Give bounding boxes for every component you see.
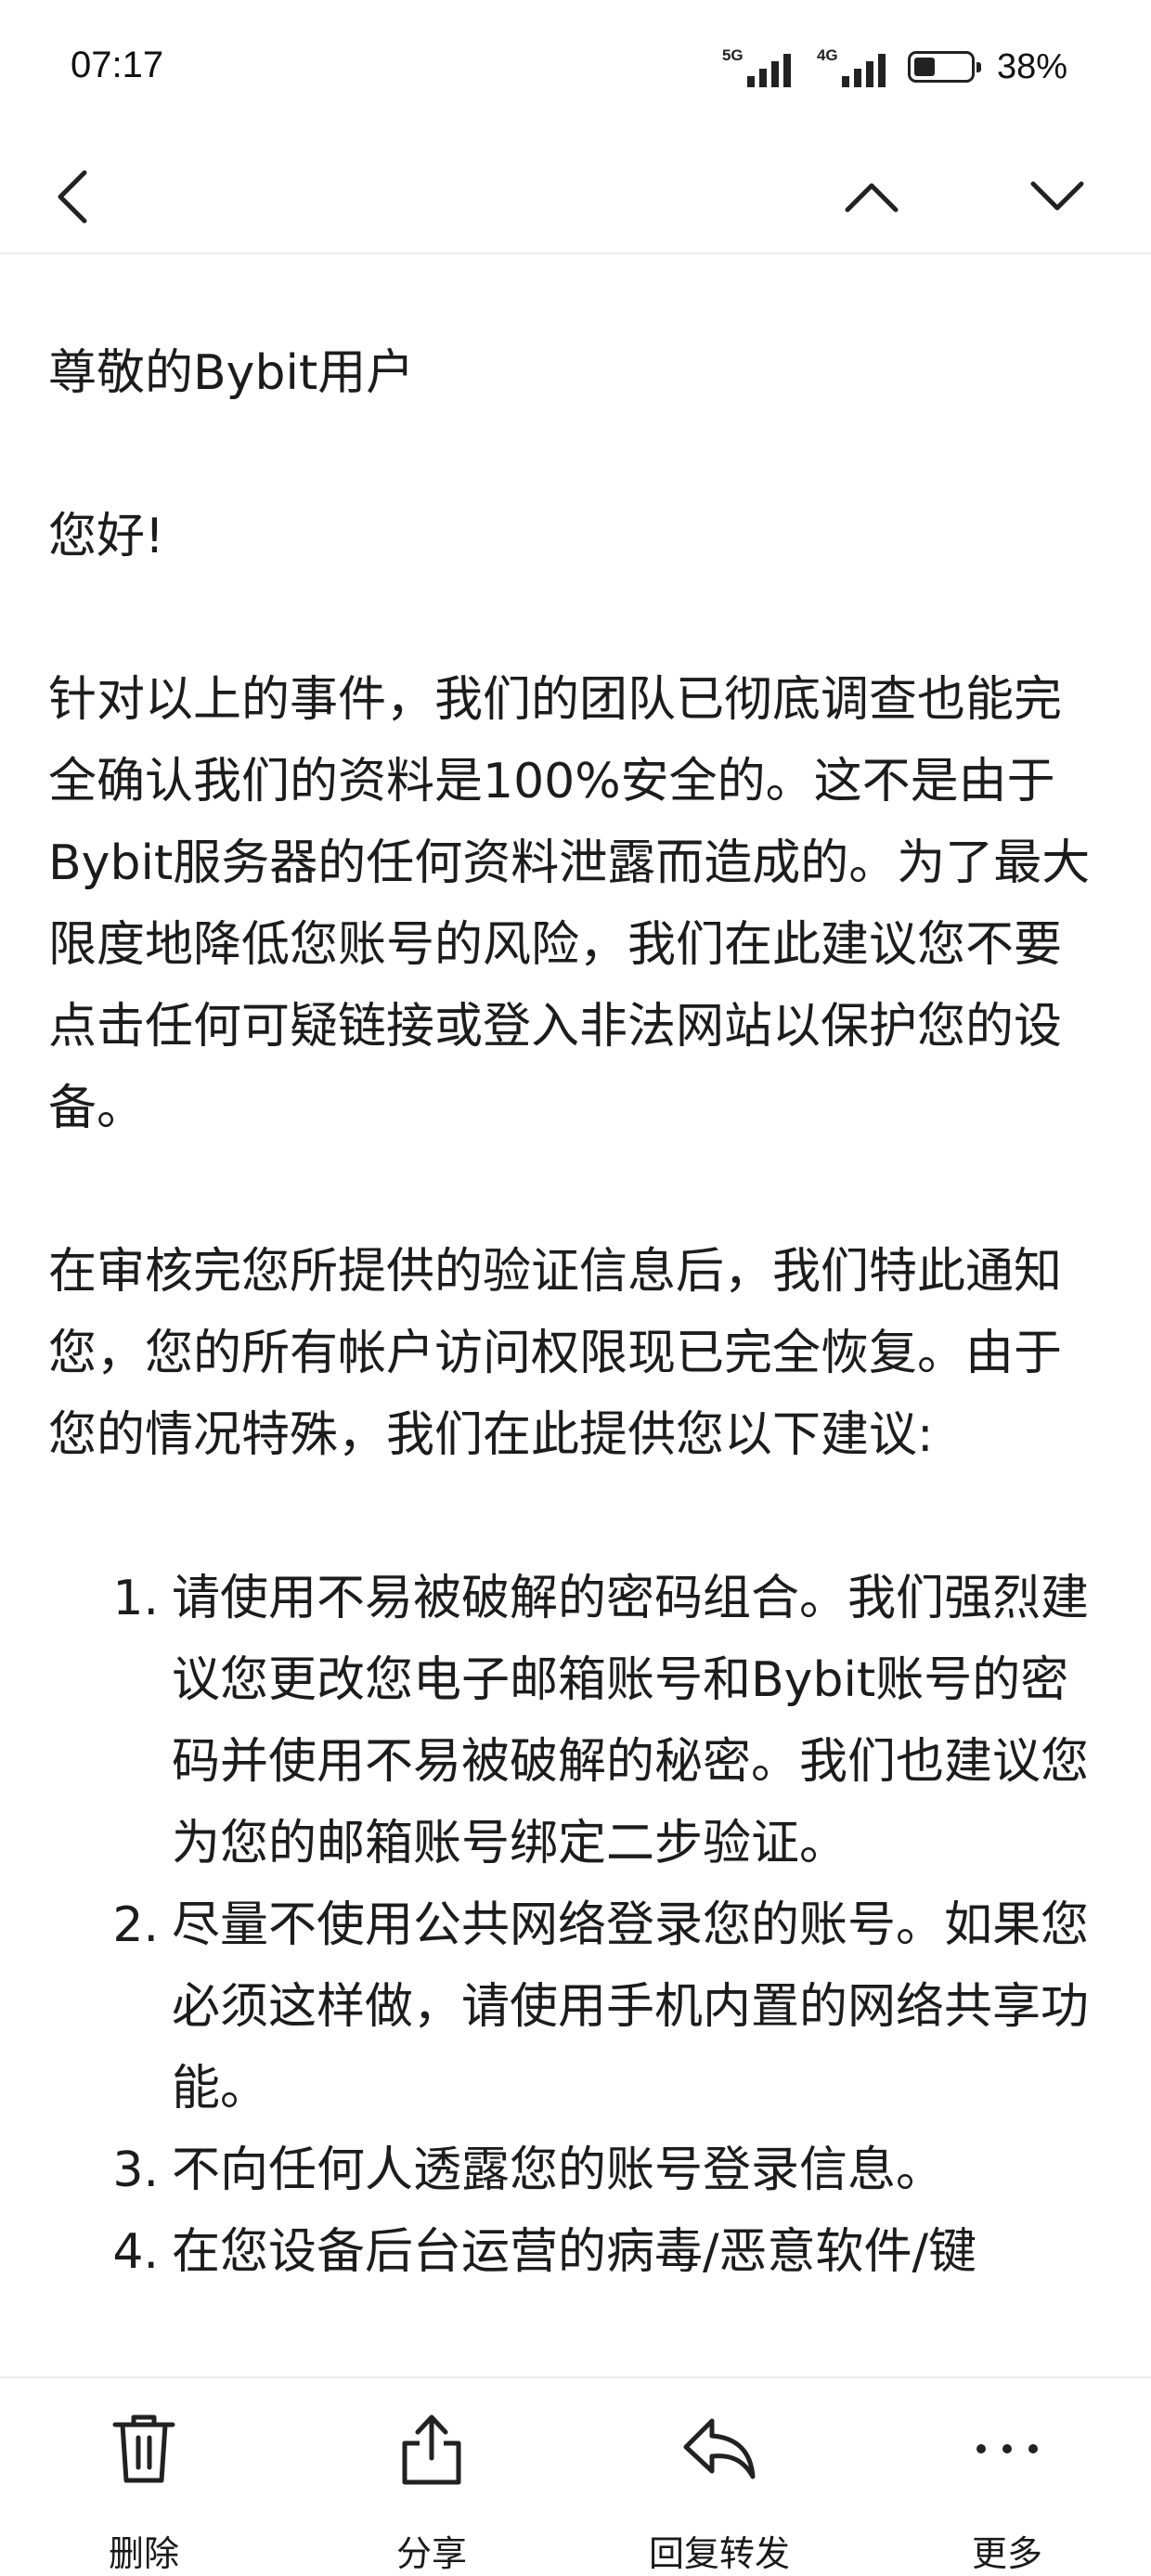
status-indicators: 5G 4G 38% xyxy=(718,43,1067,91)
list-item: 4. 在您设备后台运营的病毒/恶意软件/键 xyxy=(48,2211,1106,2293)
chevron-left-icon xyxy=(58,170,87,224)
list-item: 2. 尽量不使用公共网络登录您的账号。如果您必须这样做，请使用手机内置的网络共享… xyxy=(48,1884,1106,2129)
list-item-text: 尽量不使用公共网络登录您的账号。如果您必须这样做，请使用手机内置的网络共享功能。 xyxy=(172,1897,1090,2116)
more-icon xyxy=(976,2444,1038,2453)
next-email-button[interactable] xyxy=(1006,139,1108,254)
previous-email-button[interactable] xyxy=(821,139,923,254)
battery-icon xyxy=(907,51,981,83)
bottom-action-bar: 删除 分享 回复转发 更多 xyxy=(0,2376,1151,2575)
back-button[interactable] xyxy=(22,139,124,254)
share-icon xyxy=(402,2414,461,2485)
list-item: 3. 不向任何人透露您的账号登录信息。 xyxy=(48,2129,1106,2211)
email-paragraph-1: 针对以上的事件，我们的团队已彻底调查也能完全确认我们的资料是100%安全的。这不… xyxy=(48,672,1091,1136)
reply-forward-label: 回复转发 xyxy=(648,2533,790,2574)
trash-icon xyxy=(112,2414,175,2483)
battery-percent: 38% xyxy=(996,46,1067,86)
list-item-text: 请使用不易被破解的密码组合。我们强烈建议您更改您电子邮箱账号和Bybit账号的密… xyxy=(172,1571,1090,1871)
share-button[interactable]: 分享 xyxy=(334,2378,529,2575)
battery-fill xyxy=(913,58,935,76)
chevron-down-icon xyxy=(1030,181,1084,211)
email-salutation: 尊敬的Bybit用户 xyxy=(48,345,415,401)
recommendation-list: 1. 请使用不易被破解的密码组合。我们强烈建议您更改您电子邮箱账号和Bybit账… xyxy=(48,1558,1106,2293)
email-nav-bar xyxy=(0,139,1151,254)
share-label: 分享 xyxy=(395,2533,467,2574)
status-bar: 07:17 5G 4G 38% xyxy=(0,0,1151,139)
reply-icon xyxy=(683,2418,756,2479)
list-item: 1. 请使用不易被破解的密码组合。我们强烈建议您更改您电子邮箱账号和Bybit账… xyxy=(48,1558,1106,1884)
list-item-text: 在您设备后台运营的病毒/恶意软件/键 xyxy=(172,2224,977,2280)
delete-label: 删除 xyxy=(108,2533,179,2574)
delete-button[interactable]: 删除 xyxy=(46,2378,241,2575)
email-paragraph-2: 在审核完您所提供的验证信息后，我们特此通知您，您的所有帐户访问权限现已完全恢复。… xyxy=(48,1244,1063,1463)
signal-5g-label: 5G xyxy=(721,46,744,64)
status-time: 07:17 xyxy=(71,45,164,85)
signal-5g-icon: 5G xyxy=(718,46,791,87)
more-button[interactable]: 更多 xyxy=(910,2378,1105,2575)
list-item-number: 4. xyxy=(112,2224,159,2280)
reply-forward-button[interactable]: 回复转发 xyxy=(622,2378,817,2575)
list-item-text: 不向任何人透露您的账号登录信息。 xyxy=(172,2142,945,2198)
more-label: 更多 xyxy=(971,2533,1042,2574)
list-item-number: 1. xyxy=(112,1571,159,1626)
list-item-number: 3. xyxy=(112,2142,159,2198)
signal-4g-label: 4G xyxy=(816,46,838,64)
email-body: 尊敬的Bybit用户 您好! 针对以上的事件，我们的团队已彻底调查也能完全确认我… xyxy=(48,332,1106,2293)
chevron-up-icon xyxy=(845,183,899,213)
list-item-number: 2. xyxy=(112,1897,159,1953)
email-greeting: 您好! xyxy=(48,509,164,564)
signal-4g-icon: 4G xyxy=(813,46,886,87)
